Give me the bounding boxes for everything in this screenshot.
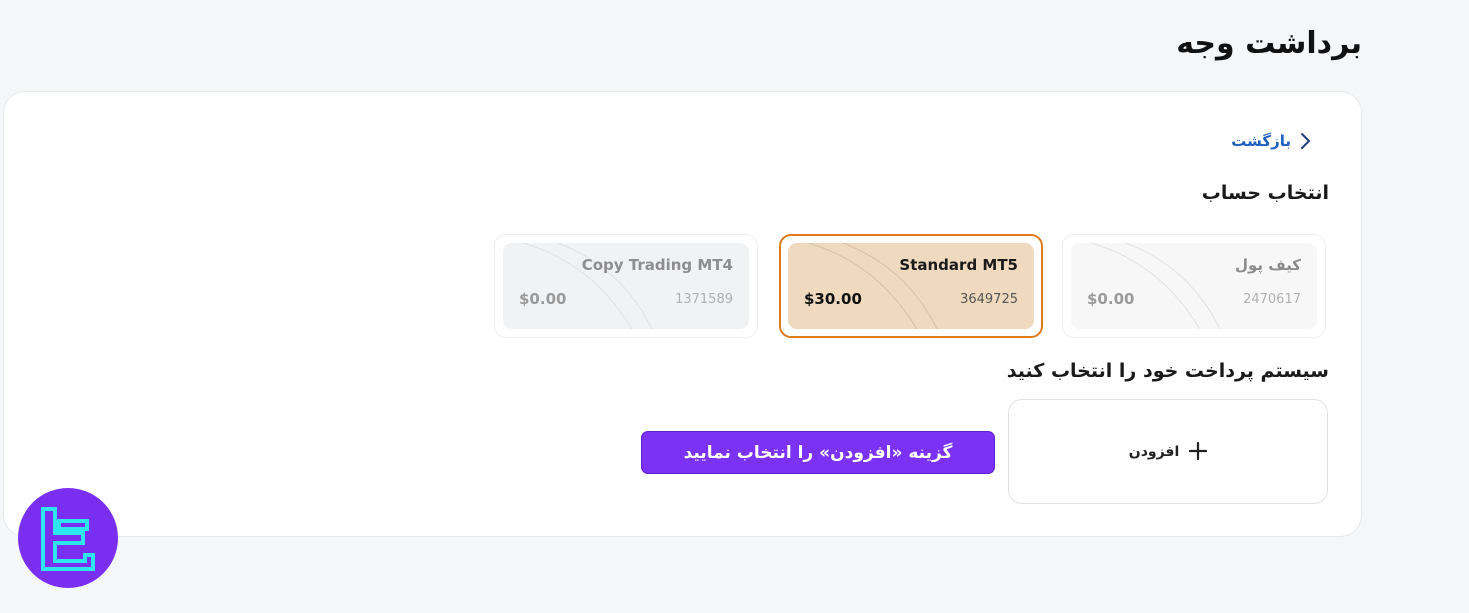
account-card-body: Copy Trading MT4 1371589 $0.00 — [503, 243, 749, 329]
select-add-option-button[interactable]: گزینه «افزودن» را انتخاب نمایید — [641, 431, 995, 474]
account-name: Standard MT5 — [899, 256, 1018, 274]
withdraw-page: برداشت وجه بازگشت انتخاب حساب کیف پول 24… — [0, 0, 1469, 613]
back-link[interactable]: بازگشت — [1231, 132, 1311, 150]
chevron-right-icon — [1299, 132, 1311, 150]
account-card-wallet[interactable]: کیف پول 2470617 $0.00 — [1062, 234, 1326, 338]
account-name: کیف پول — [1235, 256, 1301, 274]
back-label: بازگشت — [1231, 132, 1291, 150]
plus-icon — [1189, 439, 1208, 465]
account-number: 2470617 — [1243, 292, 1301, 307]
account-balance: $0.00 — [1087, 290, 1135, 308]
account-card-body: کیف پول 2470617 $0.00 — [1071, 243, 1317, 329]
account-number: 3649725 — [960, 292, 1018, 307]
add-label: افزودن — [1128, 443, 1180, 460]
account-card-standard-mt5[interactable]: Standard MT5 3649725 $30.00 — [779, 234, 1043, 338]
page-title: برداشت وجه — [1176, 26, 1362, 61]
account-balance: $30.00 — [804, 290, 862, 308]
add-payment-method-button[interactable]: افزودن — [1008, 399, 1328, 504]
account-balance: $0.00 — [519, 290, 567, 308]
select-account-title: انتخاب حساب — [1201, 182, 1329, 204]
brand-logo-icon — [18, 488, 118, 588]
account-card-copy-trading-mt4[interactable]: Copy Trading MT4 1371589 $0.00 — [494, 234, 758, 338]
select-payment-title: سیستم پرداخت خود را انتخاب کنید — [1006, 360, 1329, 382]
account-number: 1371589 — [675, 292, 733, 307]
account-card-body: Standard MT5 3649725 $30.00 — [788, 243, 1034, 329]
account-name: Copy Trading MT4 — [581, 256, 733, 274]
withdraw-panel: بازگشت انتخاب حساب کیف پول 2470617 $0.00 — [3, 91, 1362, 537]
